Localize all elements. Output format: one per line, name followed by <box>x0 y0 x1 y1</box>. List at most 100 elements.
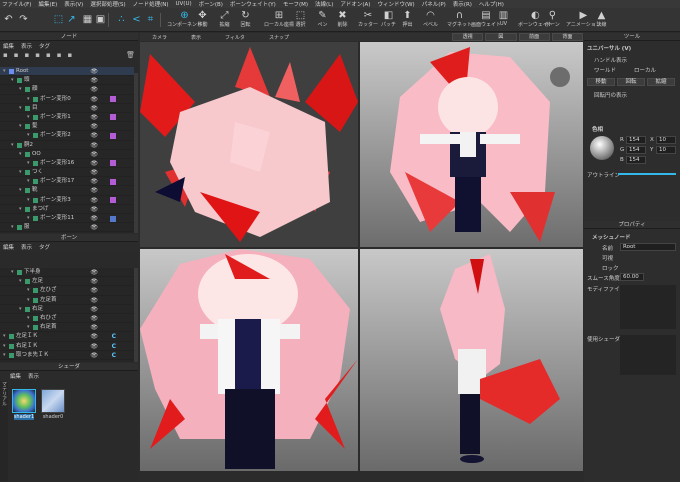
menu-item[interactable]: UV(U) <box>176 1 192 7</box>
expand-toggle-icon[interactable]: ▾ <box>27 113 30 122</box>
expand-toggle-icon[interactable]: ▾ <box>19 122 22 131</box>
tree-row[interactable]: ▾ 左足首 👁 <box>0 296 134 305</box>
tree-row[interactable]: ▾ OO 👁 <box>0 150 134 159</box>
uv-tool-button[interactable]: ▥ UV <box>498 10 509 32</box>
tree-row[interactable]: ▾ 左足ＩＫ 👁 C <box>0 332 134 342</box>
expand-toggle-icon[interactable]: ▾ <box>11 76 14 85</box>
menu-item[interactable]: ヘルプ(H) <box>479 0 504 8</box>
node-tool-icon[interactable]: ▪ <box>35 51 40 59</box>
modifier-list[interactable] <box>620 285 676 329</box>
screen-weight-tool-button[interactable]: ▤ 画面ウェイト <box>471 10 501 32</box>
menu-item[interactable]: 表示(V) <box>64 0 83 8</box>
rotation-display-label[interactable]: 回転円の表示 <box>594 91 627 99</box>
used-shader-list[interactable] <box>620 335 676 375</box>
tree-row[interactable]: ▾ 服 👁 <box>0 223 134 233</box>
view-mode-button[interactable]: 背面 <box>551 33 583 41</box>
menu-item[interactable]: ボーンウェイト(Y) <box>230 0 276 8</box>
viewport-top[interactable] <box>140 42 358 247</box>
rotate-button[interactable]: 回転 <box>617 78 645 86</box>
viewport-menu-item[interactable]: カメラ <box>140 34 179 41</box>
node-tool-icon[interactable]: ▪ <box>68 51 73 59</box>
tree-row[interactable]: ▾ ボーン変形17 👁 <box>0 177 134 187</box>
expand-toggle-icon[interactable]: ▾ <box>11 223 14 232</box>
panel-tab[interactable]: 編集 <box>10 372 21 380</box>
expand-toggle-icon[interactable]: ▾ <box>19 104 22 113</box>
visibility-eye-icon[interactable]: 👁 <box>90 131 98 140</box>
tree-row[interactable]: ▾ ボーン変形1 👁 <box>0 113 134 123</box>
visibility-eye-icon[interactable]: 👁 <box>90 104 98 113</box>
menu-item[interactable]: 選択部処理(S) <box>90 0 125 8</box>
tree-row[interactable]: ▾ 髪 👁 <box>0 122 134 132</box>
tree-row[interactable]: ▾ 下半身 👁 <box>0 268 134 278</box>
view-mode-button[interactable]: 透視 <box>452 33 484 41</box>
expand-toggle-icon[interactable]: ▾ <box>19 150 22 159</box>
select-tool-button[interactable]: ⬚ 選択 <box>295 10 306 32</box>
panel-tab[interactable]: タグ <box>39 243 50 251</box>
viewport-side[interactable] <box>360 249 583 471</box>
visibility-eye-icon[interactable]: 👁 <box>90 268 98 277</box>
bone-tool-button[interactable]: ⚲ ボーン <box>545 10 560 32</box>
local-radio[interactable]: ローカル <box>634 66 656 74</box>
rotate-tool-button[interactable]: ↻ 回転 <box>240 10 251 32</box>
tree-row[interactable]: ▾ 顔 👁 <box>0 85 134 95</box>
node-tool-icon[interactable]: ▪ <box>25 51 30 59</box>
viewport-menu-item[interactable]: フィルタ <box>213 34 257 41</box>
scale-button[interactable]: 拡縮 <box>647 78 675 86</box>
expand-toggle-icon[interactable]: ▾ <box>19 305 22 314</box>
panel-tab[interactable]: 編集 <box>3 243 14 251</box>
visibility-eye-icon[interactable]: 👁 <box>90 277 98 286</box>
panel-tab[interactable]: 表示 <box>21 42 32 50</box>
expand-toggle-icon[interactable]: ▾ <box>19 205 22 214</box>
edge-icon[interactable]: < <box>131 14 142 25</box>
smooth-angle-field[interactable]: 60.00 <box>620 273 644 281</box>
visibility-eye-icon[interactable]: 👁 <box>90 95 98 104</box>
new-node-icon[interactable]: ▪ <box>3 51 8 59</box>
visibility-eye-icon[interactable]: 👁 <box>90 159 98 168</box>
expand-toggle-icon[interactable]: ▾ <box>3 342 6 351</box>
tree-row[interactable]: ▾ 右足ＩＫ 👁 C <box>0 342 134 351</box>
cutter-tool-button[interactable]: ✂ カッター <box>358 10 378 32</box>
expand-toggle-icon[interactable]: ▾ <box>27 323 30 332</box>
visibility-eye-icon[interactable]: 👁 <box>90 351 98 360</box>
expand-toggle-icon[interactable]: ▾ <box>27 159 30 168</box>
color-sphere-preview[interactable] <box>590 136 614 160</box>
expand-toggle-icon[interactable]: ▾ <box>19 85 22 94</box>
extrude-tool-button[interactable]: ⬆ 押出 <box>402 10 413 32</box>
rotate-mode-icon[interactable]: ▣ <box>95 14 106 25</box>
menu-item[interactable]: ウィンドウ(W) <box>377 0 414 8</box>
visibility-eye-icon[interactable]: 👁 <box>90 332 98 341</box>
tree-row[interactable]: ▾ 左ひざ 👁 <box>0 286 134 296</box>
visibility-eye-icon[interactable]: 👁 <box>90 76 98 85</box>
expand-toggle-icon[interactable]: ▾ <box>11 141 14 150</box>
expand-toggle-icon[interactable]: ▾ <box>27 314 30 323</box>
bone-scrollbar[interactable] <box>134 268 138 362</box>
visibility-eye-icon[interactable]: 👁 <box>90 122 98 131</box>
visibility-eye-icon[interactable]: 👁 <box>90 214 98 223</box>
menu-item[interactable]: アドオン(A) <box>340 0 370 8</box>
magnet-tool-button[interactable]: ∩ マグネット <box>447 10 472 32</box>
outline-slider[interactable] <box>618 173 676 175</box>
tree-row[interactable]: ▾ つく 👁 <box>0 168 134 178</box>
normal-tool-button[interactable]: ▲ 法線 <box>596 10 607 32</box>
world-radio[interactable]: ワールド <box>594 66 616 74</box>
node-scrollbar[interactable] <box>134 73 138 233</box>
local-coords-tool-button[interactable]: ⊞ ローカル座標 <box>264 10 294 32</box>
view-mode-button[interactable]: 前面 <box>518 33 550 41</box>
grid-icon[interactable]: ▦ <box>82 14 93 25</box>
y-field[interactable]: 10 <box>656 146 676 154</box>
tree-row[interactable]: ▾ 頭 👁 <box>0 76 134 86</box>
menu-item[interactable]: パネル(P) <box>422 0 446 8</box>
viewport-menu-item[interactable]: 表示 <box>179 34 213 41</box>
tree-row[interactable]: ▾ まつげ 👁 <box>0 205 134 214</box>
redo-icon[interactable]: ↷ <box>18 14 29 25</box>
vertex-icon[interactable]: ∴ <box>116 14 127 25</box>
undo-icon[interactable]: ↶ <box>3 14 14 25</box>
visibility-eye-icon[interactable]: 👁 <box>90 186 98 195</box>
menu-item[interactable]: 表示(R) <box>453 0 472 8</box>
visibility-eye-icon[interactable]: 👁 <box>90 196 98 205</box>
tree-row[interactable]: ▾ 胴2 👁 <box>0 141 134 150</box>
move-button[interactable]: 移動 <box>587 78 615 86</box>
tree-row[interactable]: ▾ ボーン変形11 👁 <box>0 214 134 224</box>
visibility-eye-icon[interactable]: 👁 <box>90 205 98 214</box>
handle-display-label[interactable]: ハンドル表示 <box>594 56 627 64</box>
